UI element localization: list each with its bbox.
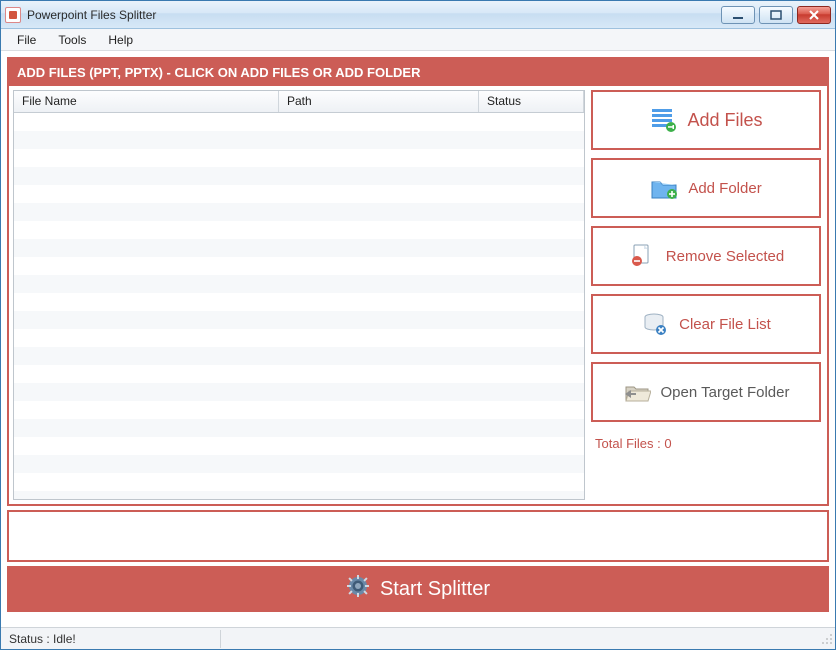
close-icon [808,10,820,20]
content-area: ADD FILES (PPT, PPTX) - CLICK ON ADD FIL… [1,51,835,627]
start-splitter-label: Start Splitter [380,578,490,601]
total-files-label: Total Files : 0 [591,430,821,453]
column-status[interactable]: Status [479,91,584,112]
main-panel: ADD FILES (PPT, PPTX) - CLICK ON ADD FIL… [7,57,829,506]
app-window: Powerpoint Files Splitter File Tools Hel… [0,0,836,650]
titlebar: Powerpoint Files Splitter [1,1,835,29]
open-target-button[interactable]: Open Target Folder [591,362,821,422]
workarea: File Name Path Status Add Files [9,86,827,504]
remove-selected-label: Remove Selected [666,248,784,265]
instruction-banner: ADD FILES (PPT, PPTX) - CLICK ON ADD FIL… [9,59,827,86]
menu-help[interactable]: Help [98,31,143,49]
add-folder-icon [650,176,678,200]
add-folder-button[interactable]: Add Folder [591,158,821,218]
maximize-icon [770,10,782,20]
menu-file[interactable]: File [7,31,46,49]
app-icon [5,7,21,23]
gear-icon [346,574,370,604]
minimize-icon [732,10,744,20]
spacer-panel [7,510,829,562]
remove-selected-icon [628,243,656,269]
window-title: Powerpoint Files Splitter [27,8,156,22]
close-button[interactable] [797,6,831,24]
grid-header: File Name Path Status [14,91,584,113]
remove-selected-button[interactable]: Remove Selected [591,226,821,286]
start-splitter-button[interactable]: Start Splitter [7,566,829,612]
open-target-label: Open Target Folder [661,384,790,401]
clear-list-button[interactable]: Clear File List [591,294,821,354]
file-grid[interactable]: File Name Path Status [13,90,585,500]
add-files-label: Add Files [687,110,762,131]
sidebar: Add Files Add Folder Remove Selected [589,86,827,504]
minimize-button[interactable] [721,6,755,24]
resize-grip[interactable] [819,631,835,647]
clear-list-icon [641,311,669,337]
add-files-button[interactable]: Add Files [591,90,821,150]
column-path[interactable]: Path [279,91,479,112]
status-text: Status : Idle! [1,630,221,648]
add-folder-label: Add Folder [688,180,761,197]
statusbar: Status : Idle! [1,627,835,649]
column-filename[interactable]: File Name [14,91,279,112]
add-files-icon [649,107,677,133]
clear-list-label: Clear File List [679,316,771,333]
menubar: File Tools Help [1,29,835,51]
open-target-icon [623,380,651,404]
maximize-button[interactable] [759,6,793,24]
grid-body[interactable] [14,113,584,499]
menu-tools[interactable]: Tools [48,31,96,49]
